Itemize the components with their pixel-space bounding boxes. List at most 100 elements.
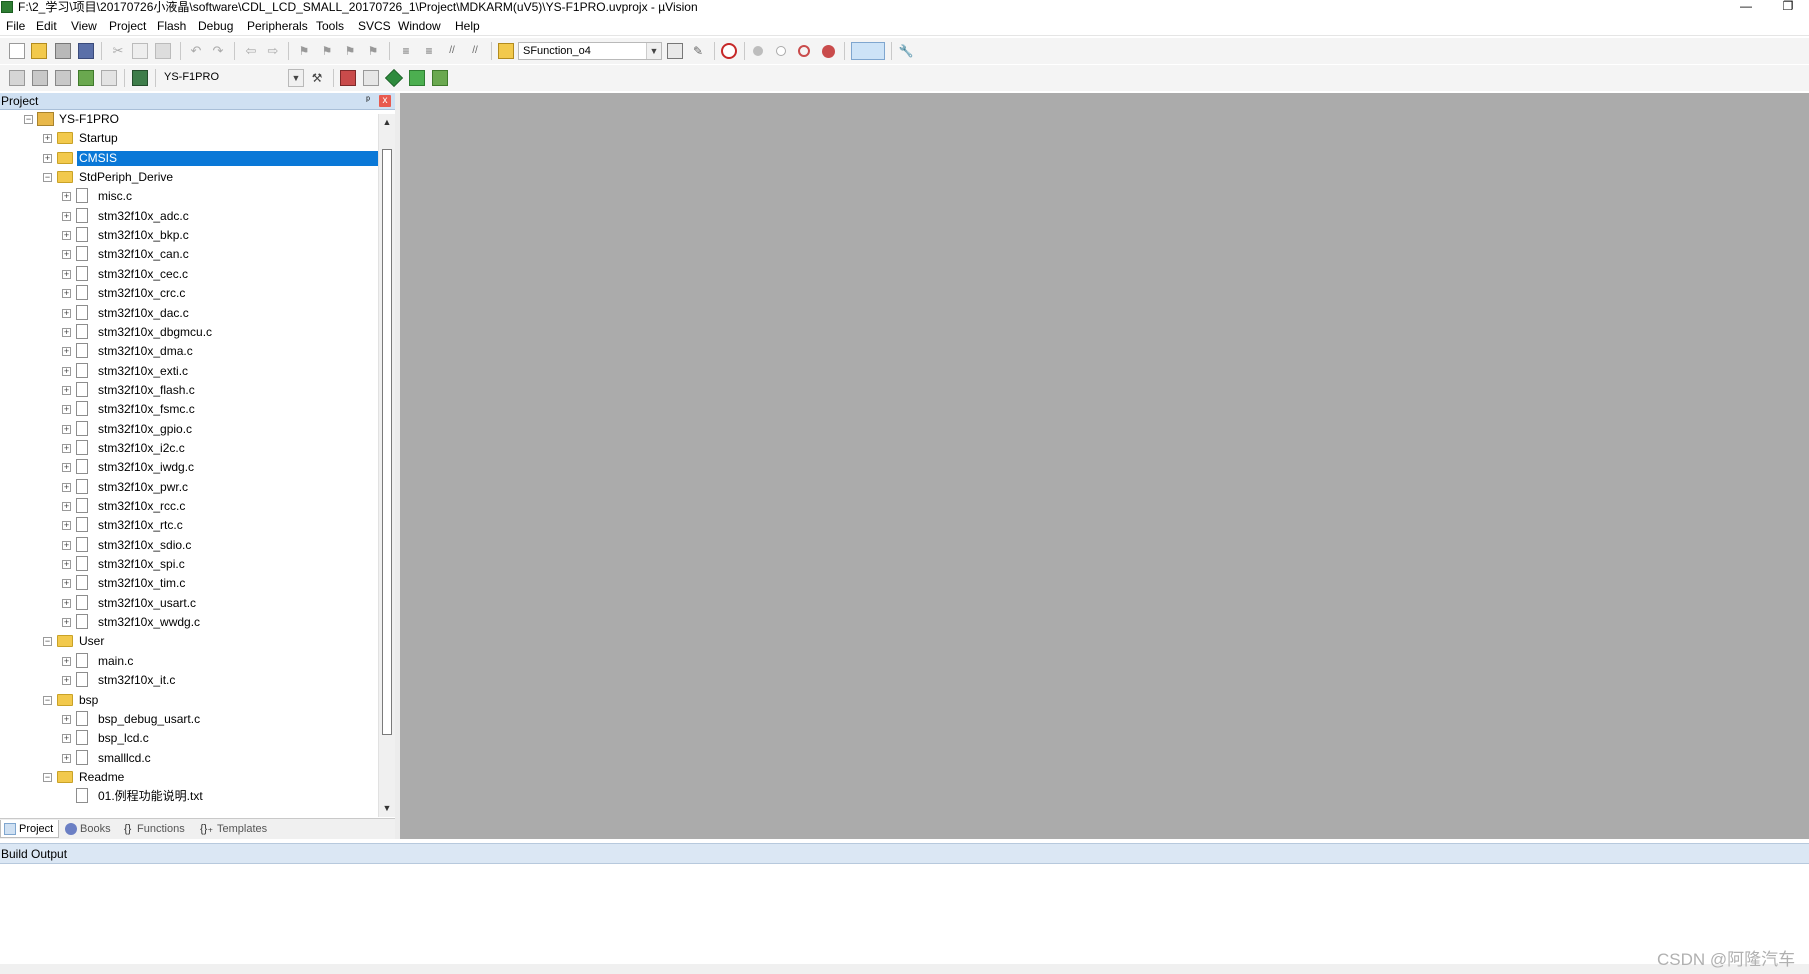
target-options-icon[interactable]: ⚒: [309, 70, 325, 86]
expand-icon[interactable]: +: [62, 385, 71, 395]
menu-project[interactable]: Project: [109, 19, 146, 33]
tree-folder-item[interactable]: + Startup: [0, 129, 378, 148]
menu-flash[interactable]: Flash: [157, 19, 186, 33]
undo-icon[interactable]: ↶: [188, 43, 204, 59]
scrollbar-thumb[interactable]: [382, 149, 392, 735]
tab-functions[interactable]: {} Functions: [121, 820, 207, 838]
tree-file-item[interactable]: + main.c: [0, 652, 378, 671]
menu-debug[interactable]: Debug: [198, 19, 233, 33]
scroll-up-icon[interactable]: ▲: [381, 116, 393, 128]
tree-file-item[interactable]: + stm32f10x_dac.c: [0, 304, 378, 323]
navigate-forward-icon[interactable]: ⇨: [265, 43, 281, 59]
expand-icon[interactable]: +: [43, 134, 52, 144]
expand-icon[interactable]: +: [62, 502, 71, 511]
tree-file-item[interactable]: + misc.c: [0, 187, 378, 206]
incremental-find-icon[interactable]: ✎: [690, 43, 706, 59]
tree-file-item[interactable]: + stm32f10x_rcc.c: [0, 497, 378, 516]
tree-file-item[interactable]: + bsp_lcd.c: [0, 729, 378, 748]
uncomment-icon[interactable]: //: [467, 43, 483, 59]
expand-icon[interactable]: +: [62, 366, 71, 376]
expand-icon[interactable]: +: [62, 250, 71, 260]
insert-breakpoint-icon[interactable]: [753, 46, 763, 56]
tree-file-item[interactable]: + stm32f10x_pwr.c: [0, 478, 378, 497]
tree-file-item[interactable]: + stm32f10x_tim.c: [0, 574, 378, 593]
menu-window[interactable]: Window: [398, 19, 441, 33]
save-all-icon[interactable]: [78, 43, 94, 59]
tree-file-item[interactable]: + stm32f10x_sdio.c: [0, 536, 378, 555]
kill-breakpoints-icon[interactable]: [822, 45, 835, 58]
tree-file-item[interactable]: + stm32f10x_bkp.c: [0, 226, 378, 245]
tree-folder-item[interactable]: − bsp: [0, 691, 378, 710]
find-in-files-icon[interactable]: [498, 43, 514, 59]
manage-rte-icon[interactable]: [384, 68, 404, 88]
configure-tools-icon[interactable]: 🔧: [898, 43, 914, 59]
tree-file-item[interactable]: + smalllcd.c: [0, 749, 378, 768]
window-layout-icon[interactable]: [851, 42, 885, 60]
expand-icon[interactable]: +: [62, 676, 71, 686]
find-icon[interactable]: [667, 43, 683, 59]
run-time-environment-icon[interactable]: [432, 70, 448, 86]
pin-icon[interactable]: ᵖ: [362, 95, 374, 107]
expand-icon[interactable]: +: [62, 327, 71, 337]
unindent-icon[interactable]: ≡: [421, 43, 437, 59]
tree-root-item[interactable]: − YS-F1PRO: [0, 110, 378, 129]
disable-breakpoints-icon[interactable]: [798, 45, 810, 57]
close-icon[interactable]: x: [379, 95, 391, 107]
collapse-icon[interactable]: −: [24, 115, 33, 124]
collapse-icon[interactable]: −: [43, 772, 52, 782]
tree-file-item[interactable]: + stm32f10x_wwdg.c: [0, 613, 378, 632]
copy-icon[interactable]: [132, 43, 148, 59]
rebuild-icon[interactable]: [55, 70, 71, 86]
tree-file-item[interactable]: + stm32f10x_gpio.c: [0, 420, 378, 439]
expand-icon[interactable]: +: [62, 443, 71, 453]
tree-file-item[interactable]: + stm32f10x_usart.c: [0, 594, 378, 613]
expand-icon[interactable]: +: [62, 231, 71, 241]
batch-build-icon[interactable]: [78, 70, 94, 86]
tree-file-item[interactable]: + stm32f10x_flash.c: [0, 381, 378, 400]
debug-session-icon[interactable]: [721, 43, 737, 59]
menu-help[interactable]: Help: [455, 19, 480, 33]
expand-icon[interactable]: +: [62, 521, 71, 531]
tree-file-item[interactable]: + stm32f10x_exti.c: [0, 362, 378, 381]
comment-icon[interactable]: //: [444, 43, 460, 59]
tree-folder-item[interactable]: + CMSIS: [0, 149, 378, 168]
expand-icon[interactable]: +: [62, 269, 71, 279]
expand-icon[interactable]: +: [62, 734, 71, 744]
expand-icon[interactable]: +: [62, 618, 71, 628]
build-output-body[interactable]: [0, 864, 1809, 964]
tree-file-item[interactable]: + stm32f10x_can.c: [0, 245, 378, 264]
expand-icon[interactable]: +: [62, 405, 71, 415]
expand-icon[interactable]: +: [62, 714, 71, 724]
bookmark-prev-icon[interactable]: ⚑: [319, 43, 335, 59]
build-icon[interactable]: [32, 70, 48, 86]
tree-file-item[interactable]: + stm32f10x_rtc.c: [0, 516, 378, 535]
indent-icon[interactable]: ≡: [398, 43, 414, 59]
menu-tools[interactable]: Tools: [316, 19, 344, 33]
menu-file[interactable]: File: [6, 19, 25, 33]
function-combo[interactable]: SFunction_o4 ▼: [518, 42, 662, 60]
menu-peripherals[interactable]: Peripherals: [247, 19, 308, 33]
menu-edit[interactable]: Edit: [36, 19, 57, 33]
tree-file-item[interactable]: + stm32f10x_cec.c: [0, 265, 378, 284]
expand-icon[interactable]: +: [62, 192, 71, 202]
tree-file-item[interactable]: + stm32f10x_crc.c: [0, 284, 378, 303]
download-load-icon[interactable]: [132, 70, 148, 86]
build-output-scrollbar[interactable]: [0, 964, 1809, 974]
tree-file-item[interactable]: + stm32f10x_adc.c: [0, 207, 378, 226]
tree-file-item[interactable]: 01.例程功能说明.txt: [0, 787, 378, 806]
tree-file-item[interactable]: + stm32f10x_dbgmcu.c: [0, 323, 378, 342]
tree-folder-item[interactable]: − Readme: [0, 768, 378, 787]
restore-button[interactable]: ❐: [1778, 0, 1798, 14]
tab-project[interactable]: Project: [0, 820, 59, 838]
scroll-down-icon[interactable]: ▼: [381, 802, 393, 814]
collapse-icon[interactable]: −: [43, 695, 52, 705]
menu-view[interactable]: View: [71, 19, 97, 33]
redo-icon[interactable]: ↷: [210, 43, 226, 59]
expand-icon[interactable]: +: [62, 598, 71, 608]
manage-project-items-icon[interactable]: [340, 70, 356, 86]
tab-templates[interactable]: {}₊ Templates: [197, 820, 297, 838]
minimize-button[interactable]: —: [1736, 0, 1756, 14]
tree-folder-item[interactable]: − User: [0, 632, 378, 651]
expand-icon[interactable]: +: [62, 347, 71, 357]
collapse-icon[interactable]: −: [43, 173, 52, 183]
